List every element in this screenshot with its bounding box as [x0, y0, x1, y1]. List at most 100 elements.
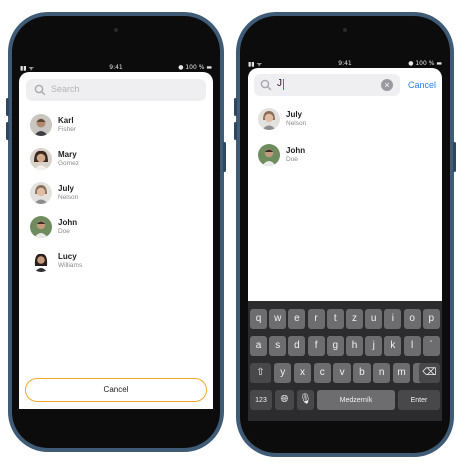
key-j[interactable]: j — [365, 336, 383, 356]
key-h[interactable]: h — [346, 336, 363, 356]
key-v[interactable]: v — [333, 363, 351, 383]
battery-label: 100 % — [185, 64, 205, 71]
search-value: J — [277, 78, 282, 89]
shift-icon: ⇧ — [256, 367, 265, 378]
search-input[interactable]: Search — [26, 79, 206, 101]
space-label: Medzerník — [339, 397, 373, 404]
contact-first-name: Karl — [58, 116, 74, 125]
key-u[interactable]: u — [365, 309, 383, 329]
key-k[interactable]: k — [384, 336, 402, 356]
power-button — [453, 142, 456, 172]
search-results-sheet: J × Cancel July Nelson John Doe — [248, 68, 442, 301]
key-f[interactable]: f — [307, 336, 325, 356]
search-placeholder: Search — [51, 84, 80, 94]
numbers-key[interactable]: 123 — [250, 390, 272, 410]
battery-icon: ● 100 % ▬ — [408, 60, 442, 67]
key-p[interactable]: p — [422, 309, 440, 329]
numbers-label: 123 — [255, 397, 267, 404]
signal-icon: ▮▮ ᯤ — [20, 65, 34, 72]
camera — [343, 28, 347, 32]
avatar — [30, 182, 52, 204]
enter-label: Enter — [410, 397, 428, 404]
contact-last-name: Nelson — [286, 120, 307, 127]
contact-last-name: Fisher — [58, 126, 77, 133]
backspace-icon: ⌫ — [422, 367, 437, 378]
key-w[interactable]: w — [269, 309, 287, 329]
search-input[interactable]: J × — [254, 74, 400, 96]
volume-button — [234, 98, 237, 116]
key-i[interactable]: i — [384, 309, 402, 329]
contact-first-name: July — [286, 110, 303, 119]
text-caret — [283, 79, 284, 90]
key-r[interactable]: r — [307, 309, 325, 329]
key-l[interactable]: l — [403, 336, 421, 356]
signal-icon: ▮▮ ᯤ — [248, 61, 262, 68]
shift-key[interactable]: ⇧ — [250, 363, 271, 383]
microphone-icon: 🎙︎ — [299, 394, 312, 405]
contact-row[interactable]: Lucy Williams — [30, 247, 200, 275]
right-phone-screen: ▮▮ ᯤ 9:41 ● 100 % ▬ J × Cancel July Nels… — [240, 16, 450, 453]
avatar — [258, 108, 280, 130]
contact-first-name: Lucy — [58, 252, 77, 261]
key-z[interactable]: z — [346, 309, 363, 329]
key-b[interactable]: b — [353, 363, 371, 383]
volume-button — [234, 122, 237, 140]
enter-key[interactable]: Enter — [398, 390, 440, 410]
contact-last-name: Gomez — [58, 160, 79, 167]
contact-row[interactable]: Mary Gomez — [30, 145, 200, 173]
cancel-button[interactable]: Cancel — [25, 378, 207, 402]
volume-button — [6, 98, 9, 116]
key-c[interactable]: c — [313, 363, 331, 383]
globe-key[interactable]: 🌐︎ — [275, 390, 294, 410]
contact-first-name: Mary — [58, 150, 77, 159]
key-n[interactable]: n — [373, 363, 391, 383]
contact-first-name: July — [58, 184, 75, 193]
contact-row[interactable]: John Doe — [30, 213, 200, 241]
key-m[interactable]: m — [392, 363, 411, 383]
contact-last-name: Doe — [58, 228, 70, 235]
result-row[interactable]: July Nelson — [258, 105, 428, 133]
key-d[interactable]: d — [288, 336, 306, 356]
search-icon — [260, 79, 272, 91]
key-e[interactable]: e — [288, 309, 306, 329]
battery-icon: ● 100 % ▬ — [178, 64, 212, 71]
globe-icon: 🌐︎ — [280, 394, 289, 405]
camera — [114, 28, 118, 32]
avatar — [258, 144, 280, 166]
contact-last-name: Doe — [286, 156, 298, 163]
key-a[interactable]: a — [250, 336, 267, 356]
volume-button — [6, 122, 9, 140]
avatar — [30, 216, 52, 238]
avatar — [30, 250, 52, 272]
battery-label: 100 % — [415, 60, 435, 67]
key-´[interactable]: ´ — [422, 336, 440, 356]
search-icon — [34, 84, 46, 96]
space-key[interactable]: Medzerník — [317, 390, 395, 410]
avatar — [30, 114, 52, 136]
power-button — [223, 142, 226, 172]
key-t[interactable]: t — [326, 309, 344, 329]
key-y[interactable]: y — [274, 363, 292, 383]
contact-row[interactable]: Karl Fisher — [30, 111, 200, 139]
right-phone-frame: ▮▮ ᯤ 9:41 ● 100 % ▬ J × Cancel July Nels… — [234, 12, 456, 457]
cancel-link[interactable]: Cancel — [408, 80, 436, 90]
microphone-key[interactable]: 🎙︎ — [297, 390, 314, 410]
contact-last-name: Williams — [58, 262, 83, 269]
backspace-key[interactable]: ⌫ — [419, 363, 440, 383]
status-time: 9:41 — [109, 64, 123, 71]
status-time: 9:41 — [338, 60, 352, 67]
key-o[interactable]: o — [403, 309, 421, 329]
contact-last-name: Nelson — [58, 194, 79, 201]
key-g[interactable]: g — [326, 336, 344, 356]
contact-first-name: John — [58, 218, 78, 227]
key-q[interactable]: q — [250, 309, 267, 329]
key-x[interactable]: x — [293, 363, 312, 383]
left-phone-frame: ▮▮ ᯤ 9:41 ● 100 % ▬ Search Karl Fisher M… — [6, 12, 226, 452]
key-s[interactable]: s — [269, 336, 287, 356]
contact-picker-sheet: Search Karl Fisher Mary Gomez July Nelso… — [19, 72, 213, 409]
contact-row[interactable]: July Nelson — [30, 179, 200, 207]
left-phone-screen: ▮▮ ᯤ 9:41 ● 100 % ▬ Search Karl Fisher M… — [12, 16, 220, 448]
clear-icon[interactable]: × — [381, 79, 393, 91]
result-row[interactable]: John Doe — [258, 141, 428, 169]
contact-first-name: John — [286, 146, 306, 155]
